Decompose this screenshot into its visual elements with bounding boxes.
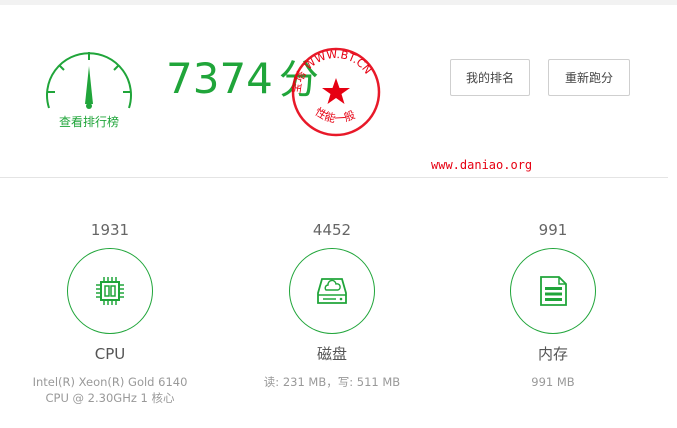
disk-description: 读: 231 MB，写: 511 MB [263, 375, 401, 389]
section-divider [0, 177, 668, 178]
leaderboard-link[interactable]: 查看排行榜 [40, 113, 138, 130]
metric-disk: 4452 磁盘 读: 231 MB，写: 511 MB [247, 220, 417, 390]
cpu-icon-circle [67, 248, 153, 334]
gauge-icon [46, 52, 132, 109]
cpu-description: Intel(R) Xeon(R) Gold 6140 CPU @ 2.30GHz… [32, 375, 188, 405]
memory-doc-icon [540, 276, 567, 306]
cpu-score: 1931 [90, 221, 130, 239]
memory-description: 991 MB [531, 375, 575, 389]
svg-text:性能一般: 性能一般 [313, 104, 357, 125]
metric-memory: 991 内存 991 MB [468, 220, 638, 390]
cpu-chip-icon [96, 277, 124, 305]
rerun-benchmark-button[interactable]: 重新跑分 [548, 59, 630, 96]
performance-stamp: 宝塔 WWW.BT.CN 性能一般 [282, 40, 390, 138]
cpu-label: CPU [94, 345, 126, 363]
svg-text:宝塔 WWW.BT.CN: 宝塔 WWW.BT.CN [289, 48, 375, 95]
disk-label: 磁盘 [316, 345, 347, 363]
memory-score: 991 [538, 221, 568, 239]
top-border [0, 0, 677, 5]
memory-icon-circle [510, 248, 596, 334]
score-value: 7374 [166, 54, 273, 103]
stamp-seal-icon: 宝塔 WWW.BT.CN 性能一般 [289, 48, 381, 137]
memory-label: 内存 [537, 345, 568, 363]
site-watermark: www.daniao.org [431, 158, 533, 172]
disk-cloud-icon [317, 278, 347, 304]
my-rank-button[interactable]: 我的排名 [450, 59, 530, 96]
disk-icon-circle [289, 248, 375, 334]
disk-score: 4452 [312, 221, 352, 239]
metric-cpu: 1931 CPU Intel(R) Xeon(R) Gold 6140 CPU … [25, 220, 195, 406]
